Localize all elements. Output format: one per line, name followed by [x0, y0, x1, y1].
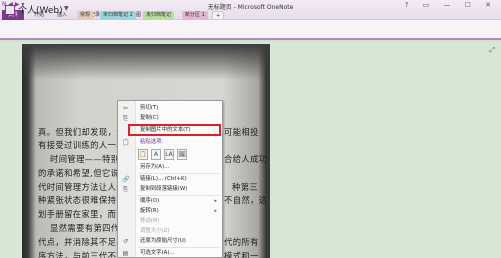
paste-text-only-icon[interactable]: LA: [164, 149, 174, 160]
restore-icon: ↺: [122, 238, 129, 245]
clipboard-icon: 📋: [122, 139, 130, 146]
notebook-icon[interactable]: [5, 5, 15, 15]
book-text-right: 可能相投: [224, 127, 259, 137]
paste-picture-icon[interactable]: 🖼: [177, 149, 187, 160]
section-tab-unfiled-2[interactable]: 未归档笔记 2: [100, 11, 136, 20]
context-menu: ✂ 剪切(T) ⎘ 复制(C) 复制图片中的文本(T) 📋 粘贴选项: 📋 A …: [117, 100, 223, 258]
menu-item-order[interactable]: 顺序(O) ▸: [118, 197, 222, 206]
link-icon: 🔗: [122, 176, 130, 183]
menu-separator: [138, 173, 220, 174]
section-tab-new-1[interactable]: 新分区 1: [182, 11, 208, 20]
menu-item-resize[interactable]: 调整大小(Z): [118, 227, 222, 236]
book-text-right: 模式和一: [224, 251, 259, 258]
photo-shadow: [22, 44, 270, 80]
highlight-box: [128, 124, 221, 136]
book-text-right: 代的所有: [224, 237, 259, 247]
menu-item-save-as[interactable]: 另存为(A)...: [118, 163, 222, 172]
menu-item-paste-options: 📋 粘贴选项:: [122, 139, 164, 146]
menu-separator: [138, 247, 220, 248]
book-text-right: 合给人成功: [224, 154, 268, 164]
alt-text-icon: ▤: [122, 250, 129, 257]
menu-item-rotate[interactable]: 旋转(R) ▸: [118, 207, 222, 216]
scissors-icon: ✂: [122, 105, 129, 112]
submenu-arrow-icon: ▸: [214, 198, 217, 204]
menu-item-copy[interactable]: ⎘ 复制(C): [118, 114, 222, 123]
section-tab-general[interactable]: 常规: [77, 11, 94, 20]
menu-item-copy-paragraph-link[interactable]: ⎘ 复制到段落链接(W): [118, 185, 222, 194]
paste-keep-format-icon[interactable]: 📋: [138, 149, 148, 160]
submenu-arrow-icon: ▸: [214, 208, 217, 214]
book-text-right: 种第三: [232, 182, 259, 192]
menu-item-alt-text[interactable]: ▤ 可选文字(A)...: [118, 249, 222, 258]
menu-item-move[interactable]: 移动(M): [118, 217, 222, 226]
expand-icon[interactable]: ⤢: [489, 46, 495, 55]
paste-merge-icon[interactable]: A: [151, 149, 161, 160]
menu-item-cut[interactable]: ✂ 剪切(T): [118, 104, 222, 113]
window-controls[interactable]: ? ▭ — ☐ ✕: [405, 1, 497, 9]
section-bar: [0, 20, 501, 40]
menu-separator: [138, 195, 220, 196]
menu-item-link[interactable]: 🔗 链接(L)... (Ctrl+K): [118, 175, 222, 184]
menu-item-restore-size[interactable]: ↺ 还原为原始尺寸(U): [118, 237, 222, 246]
book-text-right: 不自然，这: [224, 195, 268, 205]
section-tab-unfiled[interactable]: 未归档笔记: [143, 11, 175, 20]
notebook-name[interactable]: 个人(Web): [18, 3, 63, 16]
copy-icon: ⎘: [123, 115, 128, 122]
copy-link-icon: ⎘: [123, 186, 128, 193]
chevron-down-icon[interactable]: ▼: [64, 5, 69, 12]
add-section-button[interactable]: +: [212, 11, 225, 20]
